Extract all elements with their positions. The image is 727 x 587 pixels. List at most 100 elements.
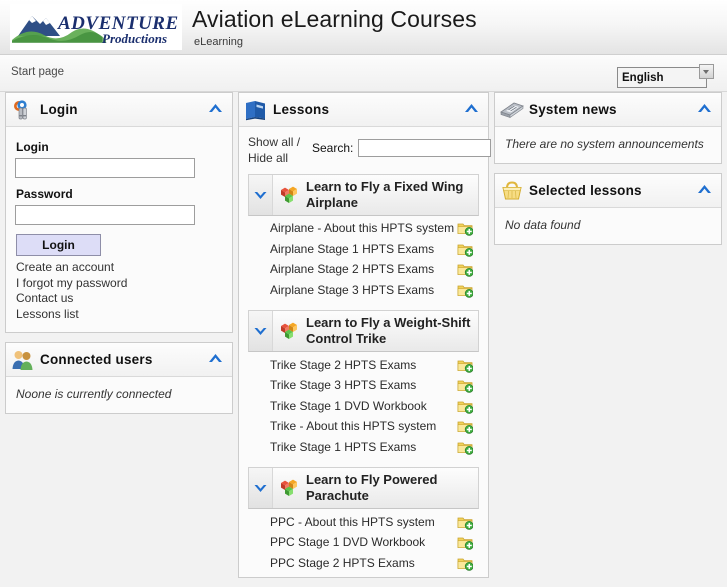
lesson-link[interactable]: Airplane Stage 3 HPTS Exams bbox=[270, 283, 434, 297]
system-news-empty-text: There are no system announcements bbox=[505, 137, 704, 151]
navigation-bar: Start page English bbox=[0, 55, 727, 92]
connected-users-panel: Connected users Noone is currently conne… bbox=[5, 342, 233, 414]
hide-all-link[interactable]: Hide all bbox=[248, 151, 288, 165]
lesson-item[interactable]: PPC Stage 2 HPTS Exams bbox=[248, 553, 479, 574]
add-to-folder-icon[interactable] bbox=[457, 418, 474, 435]
selected-lessons-panel-title: Selected lessons bbox=[529, 183, 642, 198]
add-to-folder-icon[interactable] bbox=[457, 282, 474, 298]
news-icon bbox=[495, 95, 529, 125]
collapse-chevron-up-icon[interactable] bbox=[207, 102, 224, 115]
lesson-link[interactable]: Airplane Stage 1 HPTS Exams bbox=[270, 242, 434, 256]
collapse-chevron-up-icon[interactable] bbox=[696, 102, 713, 115]
cubes-icon bbox=[273, 468, 304, 508]
add-to-folder-icon[interactable] bbox=[457, 261, 474, 278]
cubes-icon bbox=[273, 175, 304, 215]
lesson-link[interactable]: Trike Stage 3 HPTS Exams bbox=[270, 378, 416, 392]
lessons-panel: Lessons Show all / Hide all Search: Lear… bbox=[238, 92, 492, 579]
lessons-panel-header: Lessons bbox=[239, 93, 488, 127]
connected-users-panel-title: Connected users bbox=[40, 352, 153, 367]
show-all-link[interactable]: Show all / bbox=[248, 135, 300, 149]
lesson-link[interactable]: PPC - About this HPTS system bbox=[270, 515, 435, 529]
logo[interactable]: ADVENTURE Productions bbox=[10, 4, 182, 50]
keys-icon bbox=[6, 95, 40, 125]
add-to-folder-icon[interactable] bbox=[457, 377, 474, 394]
lesson-group-header[interactable]: Learn to Fly a Fixed Wing Airplane bbox=[248, 174, 479, 216]
lesson-item[interactable]: Airplane Stage 3 HPTS Exams bbox=[248, 280, 479, 301]
lessons-list-link[interactable]: Lessons list bbox=[16, 307, 223, 323]
expand-chevron-down-icon[interactable] bbox=[249, 311, 273, 352]
login-panel-body: Login Password Login Create an account I… bbox=[6, 127, 232, 332]
lesson-item[interactable]: Trike Stage 1 HPTS Exams bbox=[248, 437, 479, 458]
add-to-folder-icon[interactable] bbox=[457, 514, 474, 530]
login-input[interactable] bbox=[15, 158, 195, 178]
login-panel-header: Login bbox=[6, 93, 232, 127]
logo-graphic: ADVENTURE Productions bbox=[10, 4, 182, 50]
login-submit-button[interactable]: Login bbox=[16, 234, 101, 256]
lesson-item[interactable]: PPC - About this HPTS system bbox=[248, 511, 479, 532]
add-to-folder-icon[interactable] bbox=[457, 220, 474, 237]
lesson-list: Airplane - About this HPTS system Airpla… bbox=[248, 218, 479, 300]
add-to-folder-icon[interactable] bbox=[457, 398, 474, 414]
add-to-folder-icon[interactable] bbox=[457, 555, 474, 571]
lesson-group-header[interactable]: Learn to Fly a Weight-Shift Control Trik… bbox=[248, 310, 479, 353]
contact-us-link[interactable]: Contact us bbox=[16, 291, 223, 307]
lesson-item[interactable]: Airplane - About this HPTS system bbox=[248, 218, 479, 239]
create-account-link[interactable]: Create an account bbox=[16, 260, 223, 276]
lesson-group-title: Learn to Fly a Weight-Shift Control Trik… bbox=[306, 315, 471, 347]
login-field-label: Login bbox=[16, 140, 49, 154]
lesson-link[interactable]: PPC Stage 1 DVD Workbook bbox=[270, 535, 425, 549]
svg-text:Productions: Productions bbox=[102, 31, 167, 46]
lesson-item[interactable]: Airplane Stage 1 HPTS Exams bbox=[248, 239, 479, 260]
collapse-chevron-up-icon[interactable] bbox=[696, 183, 713, 196]
basket-icon bbox=[495, 176, 529, 206]
lesson-item[interactable]: Trike Stage 3 HPTS Exams bbox=[248, 375, 479, 396]
language-select[interactable]: English bbox=[617, 67, 707, 88]
lesson-groups: Learn to Fly a Fixed Wing Airplane Airpl… bbox=[239, 174, 488, 577]
page-subtitle: eLearning bbox=[194, 36, 243, 48]
lessons-search: Search: bbox=[312, 139, 492, 157]
selected-lessons-panel: Selected lessons No data found bbox=[494, 173, 722, 245]
lesson-item[interactable]: Trike Stage 1 DVD Workbook bbox=[248, 396, 479, 417]
lesson-link[interactable]: Trike Stage 1 HPTS Exams bbox=[270, 440, 416, 454]
system-news-panel-header: System news bbox=[495, 93, 721, 127]
lesson-item[interactable]: Trike Stage 2 HPTS Exams bbox=[248, 354, 479, 375]
lessons-toolbar: Show all / Hide all Search: bbox=[239, 127, 492, 174]
expand-chevron-down-icon[interactable] bbox=[249, 468, 273, 509]
lesson-link[interactable]: Trike - About this HPTS system bbox=[270, 419, 436, 433]
lesson-group-header[interactable]: Learn to Fly Powered Parachute bbox=[248, 467, 479, 510]
connected-users-panel-header: Connected users bbox=[6, 343, 232, 377]
lesson-group-title: Learn to Fly Powered Parachute bbox=[306, 472, 438, 504]
password-input[interactable] bbox=[15, 205, 195, 225]
lesson-link[interactable]: Airplane - About this HPTS system bbox=[270, 221, 454, 235]
collapse-chevron-up-icon[interactable] bbox=[463, 102, 480, 115]
search-input[interactable] bbox=[358, 139, 492, 157]
add-to-folder-icon[interactable] bbox=[457, 241, 474, 257]
add-to-folder-icon[interactable] bbox=[457, 534, 474, 550]
breadcrumb[interactable]: Start page bbox=[11, 66, 64, 78]
connected-users-panel-body: Noone is currently connected bbox=[6, 377, 232, 413]
add-to-folder-icon[interactable] bbox=[457, 357, 474, 373]
search-label: Search: bbox=[312, 141, 354, 155]
right-column: System news There are no system announce… bbox=[494, 92, 722, 254]
lesson-group: Learn to Fly Powered Parachute PPC - Abo… bbox=[248, 467, 479, 573]
lesson-link[interactable]: PPC Stage 2 HPTS Exams bbox=[270, 556, 415, 570]
show-hide-all-links: Show all / Hide all bbox=[248, 134, 308, 166]
lessons-panel-title: Lessons bbox=[273, 102, 330, 117]
forgot-password-link[interactable]: I forgot my password bbox=[16, 276, 223, 292]
add-to-folder-icon[interactable] bbox=[457, 439, 474, 455]
login-panel: Login Login Password Login Create an acc… bbox=[5, 92, 233, 333]
lesson-link[interactable]: Trike Stage 2 HPTS Exams bbox=[270, 358, 416, 372]
collapse-chevron-up-icon[interactable] bbox=[207, 352, 224, 365]
system-news-panel-title: System news bbox=[529, 102, 617, 117]
expand-chevron-down-icon[interactable] bbox=[249, 175, 273, 215]
book-icon bbox=[239, 95, 273, 125]
system-news-panel: System news There are no system announce… bbox=[494, 92, 722, 164]
lesson-group: Learn to Fly a Weight-Shift Control Trik… bbox=[248, 310, 479, 457]
page-body: Login Login Password Login Create an acc… bbox=[0, 92, 727, 579]
lesson-link[interactable]: Trike Stage 1 DVD Workbook bbox=[270, 399, 427, 413]
connected-users-empty-text: Noone is currently connected bbox=[16, 387, 172, 401]
lesson-link[interactable]: Airplane Stage 2 HPTS Exams bbox=[270, 262, 434, 276]
lesson-item[interactable]: Trike - About this HPTS system bbox=[248, 416, 479, 437]
lesson-item[interactable]: PPC Stage 1 DVD Workbook bbox=[248, 532, 479, 553]
lesson-item[interactable]: Airplane Stage 2 HPTS Exams bbox=[248, 259, 479, 280]
